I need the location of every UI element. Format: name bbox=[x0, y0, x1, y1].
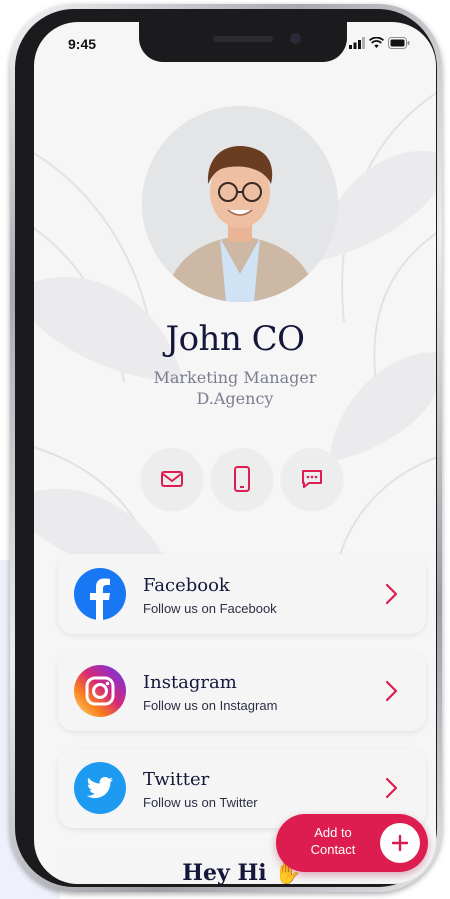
social-title: Instagram bbox=[143, 672, 237, 693]
plus-icon bbox=[380, 823, 420, 863]
chat-icon bbox=[302, 470, 322, 488]
phone-screen: 9:45 John CO Marketing Manager D.Agency … bbox=[34, 22, 436, 884]
chevron-right-icon bbox=[385, 583, 398, 605]
status-time: 9:45 bbox=[68, 36, 97, 52]
facebook-link[interactable]: Facebook Follow us on Facebook bbox=[58, 554, 426, 634]
profile-company: D.Agency bbox=[196, 389, 274, 408]
message-button[interactable] bbox=[281, 448, 343, 510]
phone-frame: 9:45 John CO Marketing Manager D.Agency … bbox=[10, 4, 442, 892]
social-title: Twitter bbox=[143, 769, 210, 790]
mail-icon bbox=[161, 471, 183, 487]
profile-photo bbox=[142, 106, 338, 302]
social-subtitle: Follow us on Twitter bbox=[143, 795, 258, 810]
instagram-icon bbox=[74, 665, 126, 717]
add-contact-label-line1: Add to bbox=[314, 825, 352, 840]
instagram-link[interactable]: Instagram Follow us on Instagram bbox=[58, 651, 426, 731]
chevron-right-icon bbox=[385, 777, 398, 799]
front-camera bbox=[290, 33, 301, 44]
phone-icon bbox=[234, 466, 250, 492]
avatar bbox=[142, 106, 338, 302]
add-to-contact-button[interactable]: Add to Contact bbox=[276, 814, 428, 872]
social-subtitle: Follow us on Instagram bbox=[143, 698, 278, 713]
add-contact-label-line2: Contact bbox=[310, 842, 356, 857]
wifi-icon bbox=[369, 37, 384, 48]
add-contact-label: Add to Contact bbox=[298, 824, 368, 858]
chevron-right-icon bbox=[385, 680, 398, 702]
notch bbox=[139, 22, 347, 62]
battery-icon bbox=[388, 37, 410, 49]
quick-actions bbox=[141, 448, 343, 510]
facebook-icon bbox=[74, 568, 126, 620]
social-title: Facebook bbox=[143, 575, 230, 596]
speaker-grille bbox=[213, 36, 273, 42]
signal-icon bbox=[349, 37, 365, 49]
email-button[interactable] bbox=[141, 448, 203, 510]
profile-name: John CO bbox=[165, 319, 305, 359]
twitter-icon bbox=[74, 762, 126, 814]
status-icons bbox=[349, 36, 410, 50]
profile-title: Marketing Manager bbox=[153, 368, 317, 387]
call-button[interactable] bbox=[211, 448, 273, 510]
greeting-label: Hey Hi bbox=[182, 860, 267, 884]
social-subtitle: Follow us on Facebook bbox=[143, 601, 277, 616]
